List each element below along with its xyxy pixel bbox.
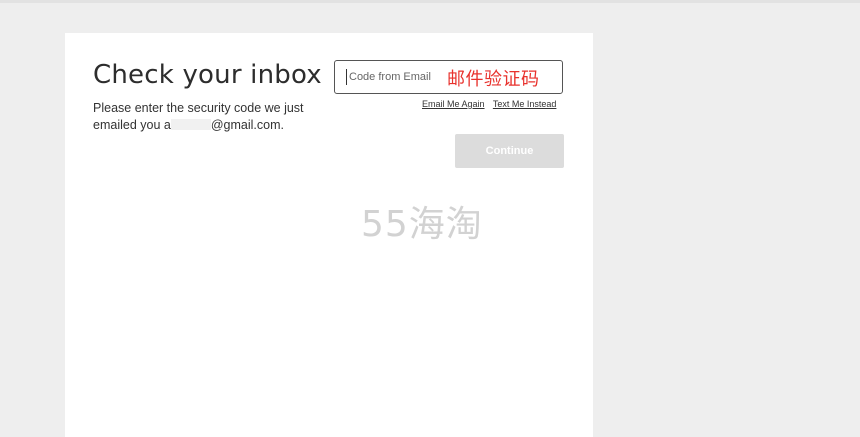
instruction-text: Please enter the security code we just e… <box>93 100 318 134</box>
email-me-again-link[interactable]: Email Me Again <box>422 99 485 109</box>
text-me-instead-link[interactable]: Text Me Instead <box>493 99 557 109</box>
instruction-text-end: @gmail.com. <box>210 118 284 132</box>
resend-links: Email Me Again Text Me Instead <box>422 99 562 109</box>
continue-button[interactable]: Continue <box>455 134 564 168</box>
watermark: 55海淘 <box>361 204 483 245</box>
top-divider <box>0 0 860 3</box>
code-input[interactable] <box>346 69 441 85</box>
verification-card: Check your inbox Please enter the securi… <box>65 33 593 437</box>
redacted-email <box>170 119 211 130</box>
page-title: Check your inbox <box>93 60 322 90</box>
code-annotation: 邮件验证码 <box>447 69 540 90</box>
